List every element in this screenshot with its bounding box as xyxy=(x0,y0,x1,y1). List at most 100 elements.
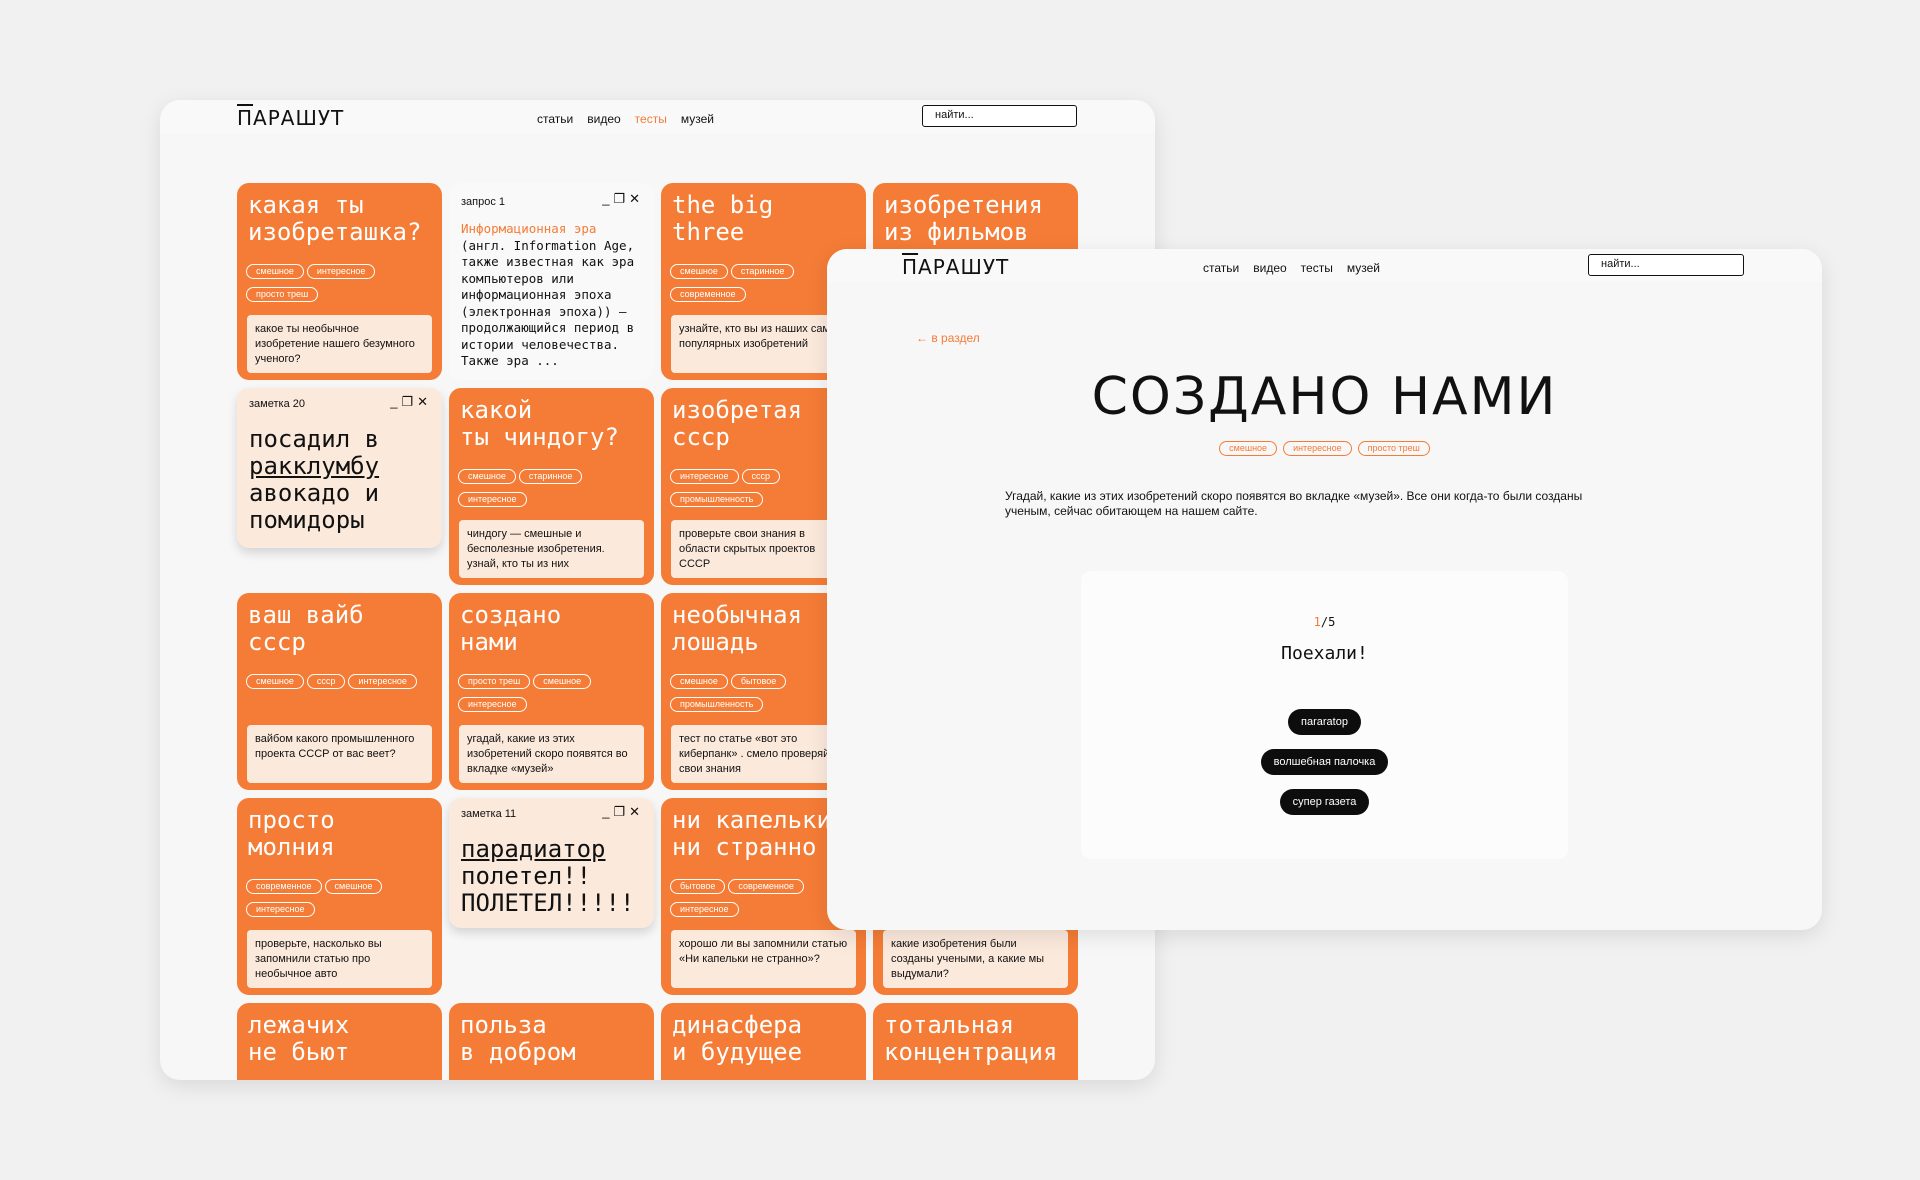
test-card[interactable]: тотальная концентрация xyxy=(873,1003,1078,1080)
note-link[interactable]: ракклумбу xyxy=(249,452,379,480)
card-description: чиндогу — смешные и бесполезные изобрете… xyxy=(459,520,644,578)
test-card[interactable]: какая ты изобреташка? смешное интересное п… xyxy=(237,183,442,380)
card-title: польза в добром xyxy=(460,1011,576,1066)
tag[interactable]: смешное xyxy=(533,674,592,689)
site-logo[interactable]: ПАРАШУТ xyxy=(902,255,1009,279)
test-card[interactable]: лежачих не бьют xyxy=(237,1003,442,1080)
tag[interactable]: современное xyxy=(670,287,746,302)
nav-museum[interactable]: музей xyxy=(681,112,714,126)
test-card[interactable]: какой ты чиндогу? смешное старинное интере… xyxy=(449,388,654,585)
quiz-card: 1/5 Поехали! пararatop волшебная палочка… xyxy=(1081,571,1568,859)
page-description: Угадай, какие из этих изобретений скоро … xyxy=(1005,489,1583,518)
window-controls: _❐✕ xyxy=(390,394,432,410)
card-title: лежачих не бьют xyxy=(248,1011,350,1066)
tag[interactable]: просто треш xyxy=(458,674,531,689)
test-card[interactable]: польза в добром xyxy=(449,1003,654,1080)
tag[interactable]: смешное xyxy=(670,264,728,279)
nav-tests[interactable]: тесты xyxy=(635,112,667,126)
tag[interactable]: современное xyxy=(728,879,804,894)
tag[interactable]: просто треш xyxy=(1357,441,1430,456)
card-tags: современное смешное интересное xyxy=(246,876,436,922)
tag[interactable]: бытовое xyxy=(670,879,726,894)
tag[interactable]: старинное xyxy=(730,264,795,279)
card-description: хорошо ли вы запомнили статью «Ни капель… xyxy=(671,930,856,988)
tag[interactable]: интересное xyxy=(670,902,739,917)
tag[interactable]: смешное xyxy=(458,469,516,484)
restore-icon[interactable]: ❐ xyxy=(613,804,629,819)
card-description: угадай, какие из этих изобретений скоро … xyxy=(459,725,644,783)
back-link[interactable]: ← в раздел xyxy=(916,331,980,345)
main-nav: статьи видео тесты музей xyxy=(537,112,728,126)
window-controls: _❐✕ xyxy=(602,804,644,820)
nav-tests[interactable]: тесты xyxy=(1301,261,1333,275)
request-panel: запрос 1 _❐✕ Информационная эра (англ. In… xyxy=(449,183,654,380)
tag[interactable]: интересное xyxy=(306,264,376,279)
close-icon[interactable]: ✕ xyxy=(417,394,432,409)
answer-button[interactable]: супер газета xyxy=(1279,789,1370,815)
tag[interactable]: смешное xyxy=(1219,441,1278,456)
note-panel: заметка 20 _❐✕ посадил в ракклумбу авокадо… xyxy=(237,388,442,548)
site-logo[interactable]: ПАРАШУТ xyxy=(237,106,344,130)
card-title: динасфера и будущее xyxy=(672,1011,803,1066)
card-title: ваш вайб ссср xyxy=(248,601,364,656)
answer-button[interactable]: волшебная палочка xyxy=(1260,749,1389,775)
minimize-icon[interactable]: _ xyxy=(602,804,613,819)
tag[interactable]: современное xyxy=(246,879,322,894)
request-highlight[interactable]: Информационная эра xyxy=(461,221,596,236)
tag[interactable]: смешное xyxy=(670,674,728,689)
nav-museum[interactable]: музей xyxy=(1347,261,1380,275)
main-nav: статьи видео тесты музей xyxy=(1203,261,1394,275)
nav-video[interactable]: видео xyxy=(1253,261,1286,275)
tag[interactable]: промышленность xyxy=(670,697,764,712)
nav-video[interactable]: видео xyxy=(587,112,620,126)
tag[interactable]: смешное xyxy=(324,879,383,894)
card-title: the big three xyxy=(672,191,774,246)
test-card[interactable]: просто молния современное смешное интересн… xyxy=(237,798,442,995)
card-title: какой ты чиндогу? xyxy=(460,396,619,451)
minimize-icon[interactable]: _ xyxy=(390,394,401,409)
tag[interactable]: интересное xyxy=(348,674,417,689)
card-title: ни капельки ни странно xyxy=(672,806,831,861)
tag[interactable]: интересное xyxy=(246,902,315,917)
card-tags: просто треш смешное интересное xyxy=(458,671,648,717)
test-card[interactable]: ваш вайб ссср смешное ссср интересное вайб… xyxy=(237,593,442,790)
test-card[interactable]: динасфера и будущее xyxy=(661,1003,866,1080)
tag[interactable]: ссср xyxy=(306,674,346,689)
card-title: какая ты изобреташка? xyxy=(248,191,422,246)
card-description: какое ты необычное изобретение нашего бе… xyxy=(247,315,432,373)
close-icon[interactable]: ✕ xyxy=(629,191,644,206)
search-input[interactable]: найти... xyxy=(1588,254,1744,276)
nav-articles[interactable]: статьи xyxy=(1203,261,1239,275)
tag[interactable]: бытовое xyxy=(730,674,787,689)
nav-articles[interactable]: статьи xyxy=(537,112,573,126)
tag[interactable]: интересное xyxy=(670,469,739,484)
tag[interactable]: смешное xyxy=(246,674,304,689)
page-tags: смешное интересное просто треш xyxy=(827,438,1822,456)
card-title: необычная лошадь xyxy=(672,601,803,656)
quiz-question: Поехали! xyxy=(1281,643,1368,664)
card-title: изобретая ссср xyxy=(672,396,803,451)
tag[interactable]: интересное xyxy=(458,697,527,712)
answer-button[interactable]: пararatop xyxy=(1288,709,1361,735)
card-tags: смешное старинное интересное xyxy=(458,466,648,512)
request-text: (англ. Information Age, также известная … xyxy=(461,237,635,369)
card-title: изобретения из фильмов xyxy=(884,191,1043,246)
card-description: какие изобретения были созданы учеными, … xyxy=(883,930,1068,988)
request-header: запрос 1 xyxy=(461,196,506,208)
test-card[interactable]: создано нами просто треш смешное интересно… xyxy=(449,593,654,790)
card-title: просто молния xyxy=(248,806,335,861)
tag[interactable]: старинное xyxy=(518,469,583,484)
restore-icon[interactable]: ❐ xyxy=(401,394,417,409)
tag[interactable]: промышленность xyxy=(670,492,764,507)
close-icon[interactable]: ✕ xyxy=(629,804,644,819)
minimize-icon[interactable]: _ xyxy=(602,191,613,206)
tag[interactable]: просто треш xyxy=(246,287,319,302)
site-header: ПАРАШУТ статьи видео тесты музей найти... xyxy=(160,100,1155,133)
note-link[interactable]: парадиатор xyxy=(461,835,606,863)
search-input[interactable]: найти... xyxy=(922,105,1077,127)
tag[interactable]: смешное xyxy=(246,264,304,279)
tag[interactable]: ссср xyxy=(741,469,781,484)
restore-icon[interactable]: ❐ xyxy=(613,191,629,206)
tag[interactable]: интересное xyxy=(458,492,527,507)
tag[interactable]: интересное xyxy=(1283,441,1352,456)
